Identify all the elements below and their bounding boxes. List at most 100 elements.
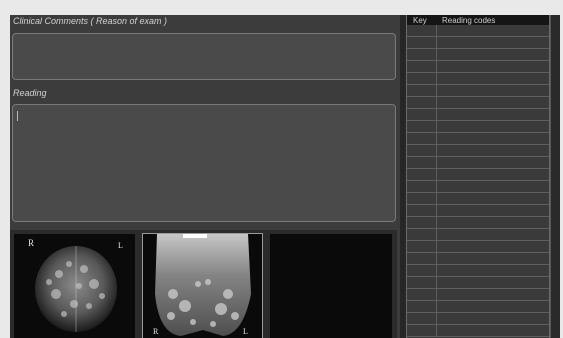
row-key-cell[interactable] xyxy=(407,121,437,132)
table-row[interactable] xyxy=(407,253,549,265)
column-reading-codes[interactable]: Reading codes xyxy=(436,17,495,25)
row-key-cell[interactable] xyxy=(407,73,437,84)
row-code-cell[interactable] xyxy=(437,49,549,60)
marker-left: R xyxy=(28,238,34,248)
reading-field[interactable] xyxy=(12,104,396,222)
row-key-cell[interactable] xyxy=(407,241,437,252)
row-key-cell[interactable] xyxy=(407,205,437,216)
row-code-cell[interactable] xyxy=(437,301,549,312)
row-code-cell[interactable] xyxy=(437,193,549,204)
marker-right: L xyxy=(243,327,248,336)
row-key-cell[interactable] xyxy=(407,49,437,60)
row-key-cell[interactable] xyxy=(407,265,437,276)
row-key-cell[interactable] xyxy=(407,325,437,336)
row-code-cell[interactable] xyxy=(437,61,549,72)
table-row[interactable] xyxy=(407,229,549,241)
row-code-cell[interactable] xyxy=(437,265,549,276)
row-key-cell[interactable] xyxy=(407,25,437,36)
table-row[interactable] xyxy=(407,325,549,337)
table-row[interactable] xyxy=(407,241,549,253)
table-row[interactable] xyxy=(407,277,549,289)
row-code-cell[interactable] xyxy=(437,157,549,168)
row-key-cell[interactable] xyxy=(407,301,437,312)
table-row[interactable] xyxy=(407,145,549,157)
table-row[interactable] xyxy=(407,217,549,229)
table-row[interactable] xyxy=(407,37,549,49)
row-key-cell[interactable] xyxy=(407,253,437,264)
table-row[interactable] xyxy=(407,289,549,301)
row-key-cell[interactable] xyxy=(407,277,437,288)
row-key-cell[interactable] xyxy=(407,181,437,192)
row-key-cell[interactable] xyxy=(407,229,437,240)
table-row[interactable] xyxy=(407,193,549,205)
row-key-cell[interactable] xyxy=(407,169,437,180)
row-code-cell[interactable] xyxy=(437,73,549,84)
row-code-cell[interactable] xyxy=(437,253,549,264)
table-body xyxy=(407,25,549,337)
row-key-cell[interactable] xyxy=(407,133,437,144)
row-key-cell[interactable] xyxy=(407,157,437,168)
table-row[interactable] xyxy=(407,61,549,73)
table-row[interactable] xyxy=(407,157,549,169)
table-row[interactable] xyxy=(407,169,549,181)
row-code-cell[interactable] xyxy=(437,109,549,120)
row-key-cell[interactable] xyxy=(407,37,437,48)
table-row[interactable] xyxy=(407,313,549,325)
row-key-cell[interactable] xyxy=(407,193,437,204)
row-code-cell[interactable] xyxy=(437,277,549,288)
table-row[interactable] xyxy=(407,133,549,145)
row-code-cell[interactable] xyxy=(437,145,549,156)
table-row[interactable] xyxy=(407,73,549,85)
row-code-cell[interactable] xyxy=(437,85,549,96)
table-row[interactable] xyxy=(407,97,549,109)
row-key-cell[interactable] xyxy=(407,217,437,228)
row-key-cell[interactable] xyxy=(407,109,437,120)
column-key[interactable]: Key xyxy=(407,17,436,25)
table-row[interactable] xyxy=(407,49,549,61)
row-code-cell[interactable] xyxy=(437,97,549,108)
reporting-window: Clinical Comments ( Reason of exam ) Rea… xyxy=(10,15,560,338)
row-code-cell[interactable] xyxy=(437,37,549,48)
label-tab xyxy=(183,234,207,238)
breast-shape-mlo xyxy=(155,234,251,336)
row-code-cell[interactable] xyxy=(437,217,549,228)
clinical-comments-field[interactable] xyxy=(12,33,396,80)
row-key-cell[interactable] xyxy=(407,61,437,72)
row-key-cell[interactable] xyxy=(407,289,437,300)
thumbnail-empty[interactable] xyxy=(270,234,392,338)
row-code-cell[interactable] xyxy=(437,181,549,192)
table-row[interactable] xyxy=(407,109,549,121)
row-key-cell[interactable] xyxy=(407,313,437,324)
row-code-cell[interactable] xyxy=(437,133,549,144)
mammogram-cc-image: R L xyxy=(28,238,123,332)
row-code-cell[interactable] xyxy=(437,229,549,240)
reading-codes-table: Key Reading codes xyxy=(406,15,550,338)
row-code-cell[interactable] xyxy=(437,25,549,36)
table-row[interactable] xyxy=(407,181,549,193)
row-key-cell[interactable] xyxy=(407,145,437,156)
vertical-scrollbar[interactable] xyxy=(550,15,560,338)
mammogram-mlo-image: R L xyxy=(153,234,251,336)
table-row[interactable] xyxy=(407,205,549,217)
row-key-cell[interactable] xyxy=(407,97,437,108)
row-code-cell[interactable] xyxy=(437,169,549,180)
row-code-cell[interactable] xyxy=(437,289,549,300)
table-row[interactable] xyxy=(407,121,549,133)
table-row[interactable] xyxy=(407,265,549,277)
table-row[interactable] xyxy=(407,25,549,37)
image-thumbnail-strip: R L R L xyxy=(10,230,397,338)
row-code-cell[interactable] xyxy=(437,313,549,324)
table-row[interactable] xyxy=(407,301,549,313)
thumbnail-cc-view[interactable]: R L xyxy=(14,234,135,338)
row-code-cell[interactable] xyxy=(437,205,549,216)
row-code-cell[interactable] xyxy=(437,325,549,336)
row-key-cell[interactable] xyxy=(407,85,437,96)
table-row[interactable] xyxy=(407,85,549,97)
clinical-comments-label: Clinical Comments ( Reason of exam ) xyxy=(13,16,168,26)
reading-label: Reading xyxy=(13,88,47,98)
thumbnail-mlo-view[interactable]: R L xyxy=(142,233,263,338)
marker-right: L xyxy=(118,241,123,250)
row-code-cell[interactable] xyxy=(437,121,549,132)
row-code-cell[interactable] xyxy=(437,241,549,252)
text-caret xyxy=(17,111,18,121)
